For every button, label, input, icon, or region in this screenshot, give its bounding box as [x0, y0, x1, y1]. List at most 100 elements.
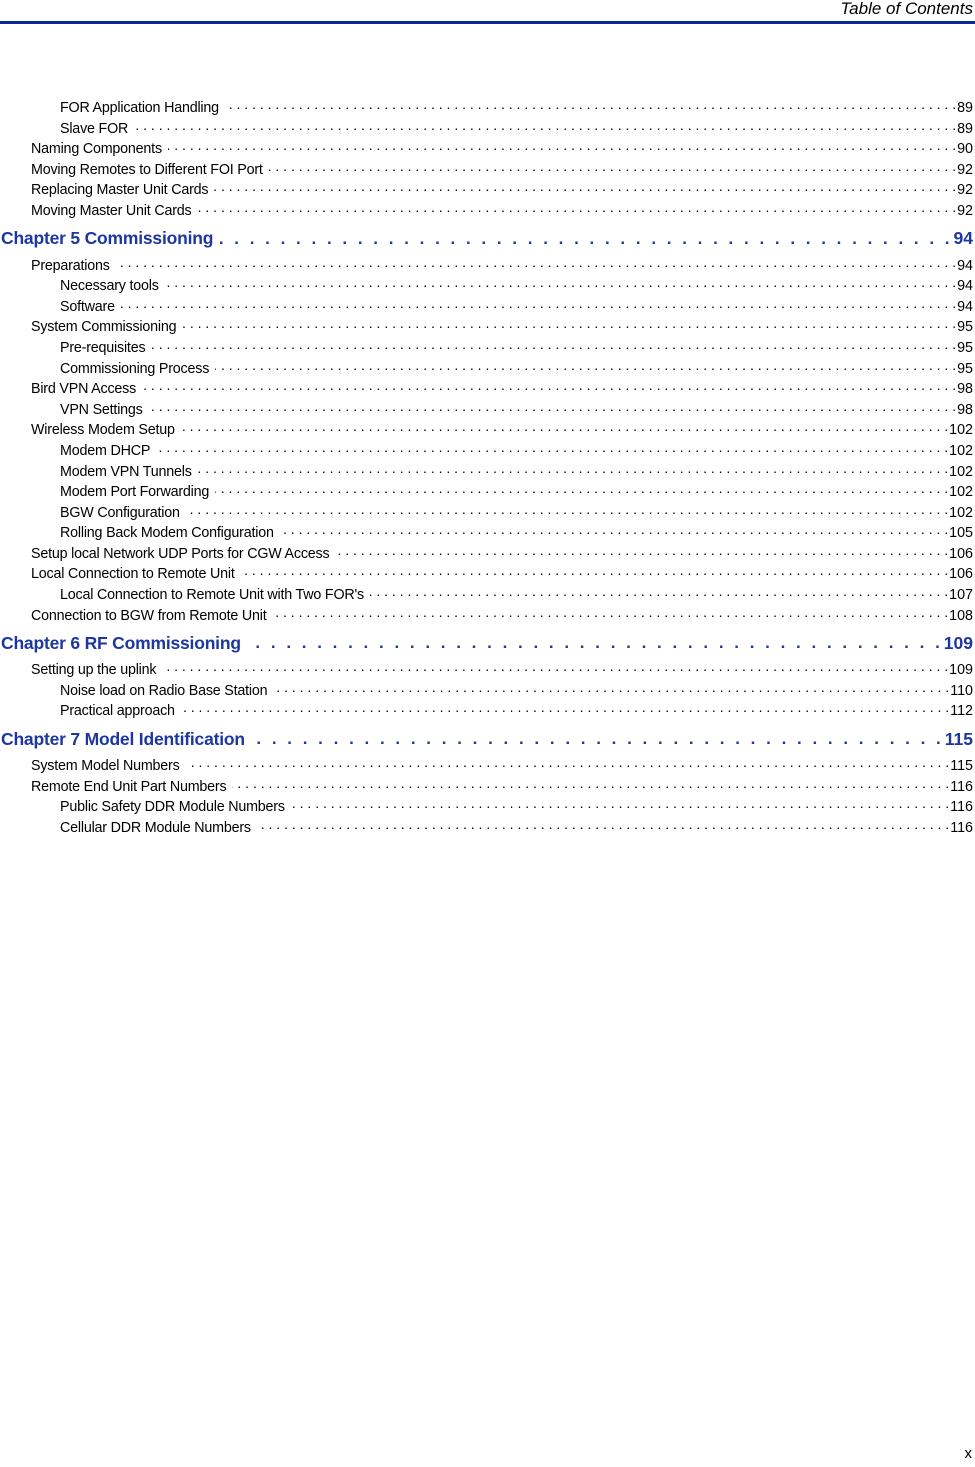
toc-entry-page-number: 90 — [957, 141, 973, 158]
dot-leader — [168, 137, 956, 153]
toc-entry[interactable]: System Commissioning 95 — [0, 315, 975, 336]
dot-leader — [232, 775, 949, 791]
dot-leader — [181, 699, 949, 715]
toc-entry[interactable]: Slave FOR 89 — [0, 117, 975, 138]
toc-entry-page-number: 95 — [957, 360, 973, 377]
toc-entry-page-number: 112 — [950, 703, 973, 720]
toc-entry[interactable]: Setting up the uplink 109 — [0, 658, 975, 679]
dot-leader — [251, 729, 944, 749]
toc-chapter-entry[interactable]: Chapter 7 Model Identification 115 — [0, 724, 975, 754]
toc-entry[interactable]: Cellular DDR Module Numbers 116 — [0, 816, 975, 837]
toc-entry-label: Preparations — [31, 257, 110, 274]
dot-leader — [241, 562, 949, 578]
dot-leader — [215, 480, 948, 496]
toc-entry-page-number: 102 — [949, 442, 973, 459]
toc-entry-page-number: 106 — [949, 545, 973, 562]
toc-entry[interactable]: Commissioning Process 95 — [0, 357, 975, 378]
toc-entry-label: System Model Numbers — [31, 758, 180, 775]
toc-entry-label: Local Connection to Remote Unit with Two… — [60, 587, 364, 604]
toc-entry-page-number: 116 — [950, 799, 973, 816]
dot-leader — [335, 542, 948, 558]
toc-entry[interactable]: Wireless Modem Setup 102 — [0, 418, 975, 439]
toc-entry-page-number: 92 — [957, 161, 973, 178]
dot-leader — [257, 816, 949, 832]
toc-entry-page-number: 102 — [949, 463, 973, 480]
dot-leader — [269, 158, 956, 174]
toc-entry-label: Chapter 5 Commissioning — [1, 228, 214, 249]
toc-entry-label: Chapter 6 RF Commissioning — [1, 632, 241, 653]
toc-entry[interactable]: Modem VPN Tunnels 102 — [0, 460, 975, 481]
toc-entry[interactable]: Modem DHCP 102 — [0, 439, 975, 460]
toc-entry[interactable]: Local Connection to Remote Unit 106 — [0, 562, 975, 583]
toc-entry[interactable]: Naming Components 90 — [0, 137, 975, 158]
toc-entry-label: Necessary tools — [60, 278, 159, 295]
toc-entry[interactable]: Moving Master Unit Cards 92 — [0, 199, 975, 220]
toc-entry-label: Noise load on Radio Base Station — [60, 682, 268, 699]
toc-entry[interactable]: Replacing Master Unit Cards 92 — [0, 178, 975, 199]
toc-entry[interactable]: System Model Numbers 115 — [0, 754, 975, 775]
toc-entry-label: Remote End Unit Part Numbers — [31, 778, 227, 795]
toc-entry-label: Setting up the uplink — [31, 662, 157, 679]
dot-leader — [186, 754, 950, 770]
toc-entry[interactable]: Bird VPN Access 98 — [0, 377, 975, 398]
toc-entry[interactable]: Software 94 — [0, 295, 975, 316]
toc-entry[interactable]: Moving Remotes to Different FOI Port 92 — [0, 158, 975, 179]
toc-entry-page-number: 108 — [949, 607, 973, 624]
dot-leader — [273, 604, 949, 620]
toc-entry-label: Wireless Modem Setup — [31, 422, 175, 439]
toc-entry[interactable]: Local Connection to Remote Unit with Two… — [0, 583, 975, 604]
toc-entry-page-number: 95 — [957, 339, 973, 356]
header-rule — [0, 21, 975, 24]
toc-entry-page-number: 94 — [957, 298, 973, 315]
toc-entry[interactable]: Preparations 94 — [0, 254, 975, 275]
toc-entry[interactable]: VPN Settings 98 — [0, 398, 975, 419]
toc-entry[interactable]: Public Safety DDR Module Numbers 116 — [0, 795, 975, 816]
toc-entry-label: Pre-requisites — [60, 339, 146, 356]
header-title: Table of Contents — [840, 0, 973, 18]
dot-leader — [181, 418, 948, 434]
toc-entry[interactable]: Setup local Network UDP Ports for CGW Ac… — [0, 542, 975, 563]
toc-entry-label: Moving Remotes to Different FOI Port — [31, 161, 263, 178]
dot-leader — [149, 398, 956, 414]
toc-entry-page-number: 92 — [957, 182, 973, 199]
dot-leader — [273, 679, 949, 695]
toc-entry-label: Commissioning Process — [60, 360, 210, 377]
dot-leader — [116, 254, 956, 270]
toc-entry-label: Naming Components — [31, 141, 162, 158]
dot-leader — [215, 357, 956, 373]
dot-leader — [162, 658, 948, 674]
toc-entry-page-number: 89 — [957, 120, 973, 137]
toc-entry[interactable]: FOR Application Handling 89 — [0, 96, 975, 117]
dot-leader — [247, 633, 943, 653]
toc-entry[interactable]: Remote End Unit Part Numbers 116 — [0, 775, 975, 796]
dot-leader — [182, 315, 956, 331]
toc-entry-label: BGW Configuration — [60, 504, 180, 521]
table-of-contents: FOR Application Handling89Slave FOR89Nam… — [0, 96, 975, 836]
dot-leader — [165, 274, 956, 290]
toc-entry-page-number: 116 — [950, 778, 973, 795]
toc-entry[interactable]: Noise load on Radio Base Station 110 — [0, 679, 975, 700]
dot-leader — [214, 178, 956, 194]
toc-entry[interactable]: Connection to BGW from Remote Unit 108 — [0, 604, 975, 625]
dot-leader — [186, 501, 948, 517]
toc-entry-label: Chapter 7 Model Identification — [1, 728, 245, 749]
toc-chapter-entry[interactable]: Chapter 6 RF Commissioning 109 — [0, 628, 975, 658]
toc-entry-label: Replacing Master Unit Cards — [31, 182, 209, 199]
toc-entry[interactable]: Pre-requisites 95 — [0, 336, 975, 357]
toc-entry-label: Modem VPN Tunnels — [60, 463, 192, 480]
toc-entry[interactable]: Rolling Back Modem Configuration 105 — [0, 521, 975, 542]
page-number: x — [964, 1445, 973, 1462]
toc-entry[interactable]: Necessary tools 94 — [0, 274, 975, 295]
toc-entry[interactable]: Practical approach 112 — [0, 699, 975, 720]
toc-chapter-entry[interactable]: Chapter 5 Commissioning 94 — [0, 224, 975, 254]
toc-entry-label: Local Connection to Remote Unit — [31, 566, 235, 583]
toc-entry-page-number: 98 — [957, 381, 973, 398]
toc-entry-page-number: 95 — [957, 319, 973, 336]
toc-entry-label: Bird VPN Access — [31, 381, 137, 398]
toc-entry[interactable]: BGW Configuration 102 — [0, 501, 975, 522]
toc-entry-label: System Commissioning — [31, 319, 177, 336]
toc-entry-page-number: 115 — [944, 728, 973, 749]
toc-entry-label: Modem Port Forwarding — [60, 484, 210, 501]
toc-entry[interactable]: Modem Port Forwarding 102 — [0, 480, 975, 501]
toc-entry-label: Modem DHCP — [60, 442, 151, 459]
